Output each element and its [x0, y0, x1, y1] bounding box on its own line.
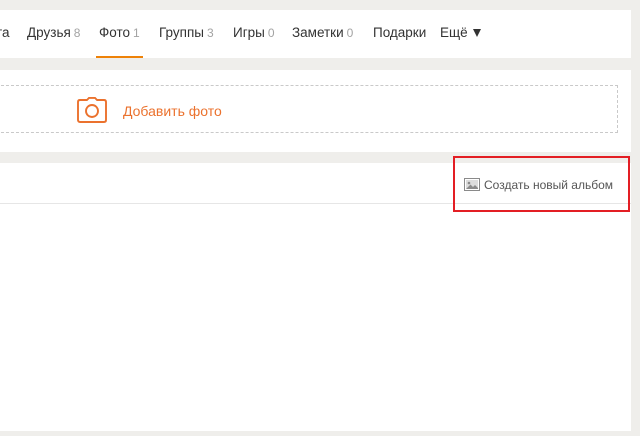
albums-section — [0, 163, 631, 431]
nav-item-photos[interactable]: Фото 1 — [96, 10, 143, 58]
nav-item-friends[interactable]: Друзья 8 — [27, 10, 80, 58]
nav-item-label: Заметки — [292, 25, 344, 40]
nav-item-games[interactable]: Игры 0 — [233, 10, 275, 58]
nav-item-partial[interactable]: та — [0, 10, 10, 58]
divider — [0, 203, 631, 204]
camera-icon — [77, 97, 107, 123]
profile-nav-bar: та Друзья8 Фото1 Группы3 Игры0 Заметки0 … — [0, 10, 631, 58]
nav-item-label: Ещё — [440, 25, 468, 40]
nav-item-count: 0 — [346, 26, 354, 40]
nav-item-count: 0 — [267, 26, 275, 40]
image-album-icon — [464, 178, 480, 191]
create-album-link[interactable]: Создать новый альбом — [484, 178, 613, 192]
nav-item-label: Группы — [159, 25, 204, 40]
nav-item-gifts[interactable]: Подарки — [373, 10, 426, 58]
nav-item-label: Игры — [233, 25, 265, 40]
dropdown-arrow-icon — [472, 29, 481, 37]
nav-item-label: Фото — [99, 25, 131, 40]
page: та Друзья8 Фото1 Группы3 Игры0 Заметки0 … — [0, 0, 640, 436]
nav-item-count: 1 — [133, 26, 140, 40]
nav-item-count: 3 — [206, 26, 214, 40]
nav-item-label: Подарки — [373, 25, 427, 40]
nav-item-notes[interactable]: Заметки 0 — [292, 10, 353, 58]
nav-item-count: 8 — [73, 26, 81, 40]
nav-item-label: Друзья — [27, 25, 71, 40]
nav-item-more[interactable]: Ещё — [440, 10, 481, 58]
add-photo-link[interactable]: Добавить фото — [123, 103, 222, 119]
nav-item-label: та — [0, 25, 10, 40]
nav-item-groups[interactable]: Группы 3 — [159, 10, 214, 58]
